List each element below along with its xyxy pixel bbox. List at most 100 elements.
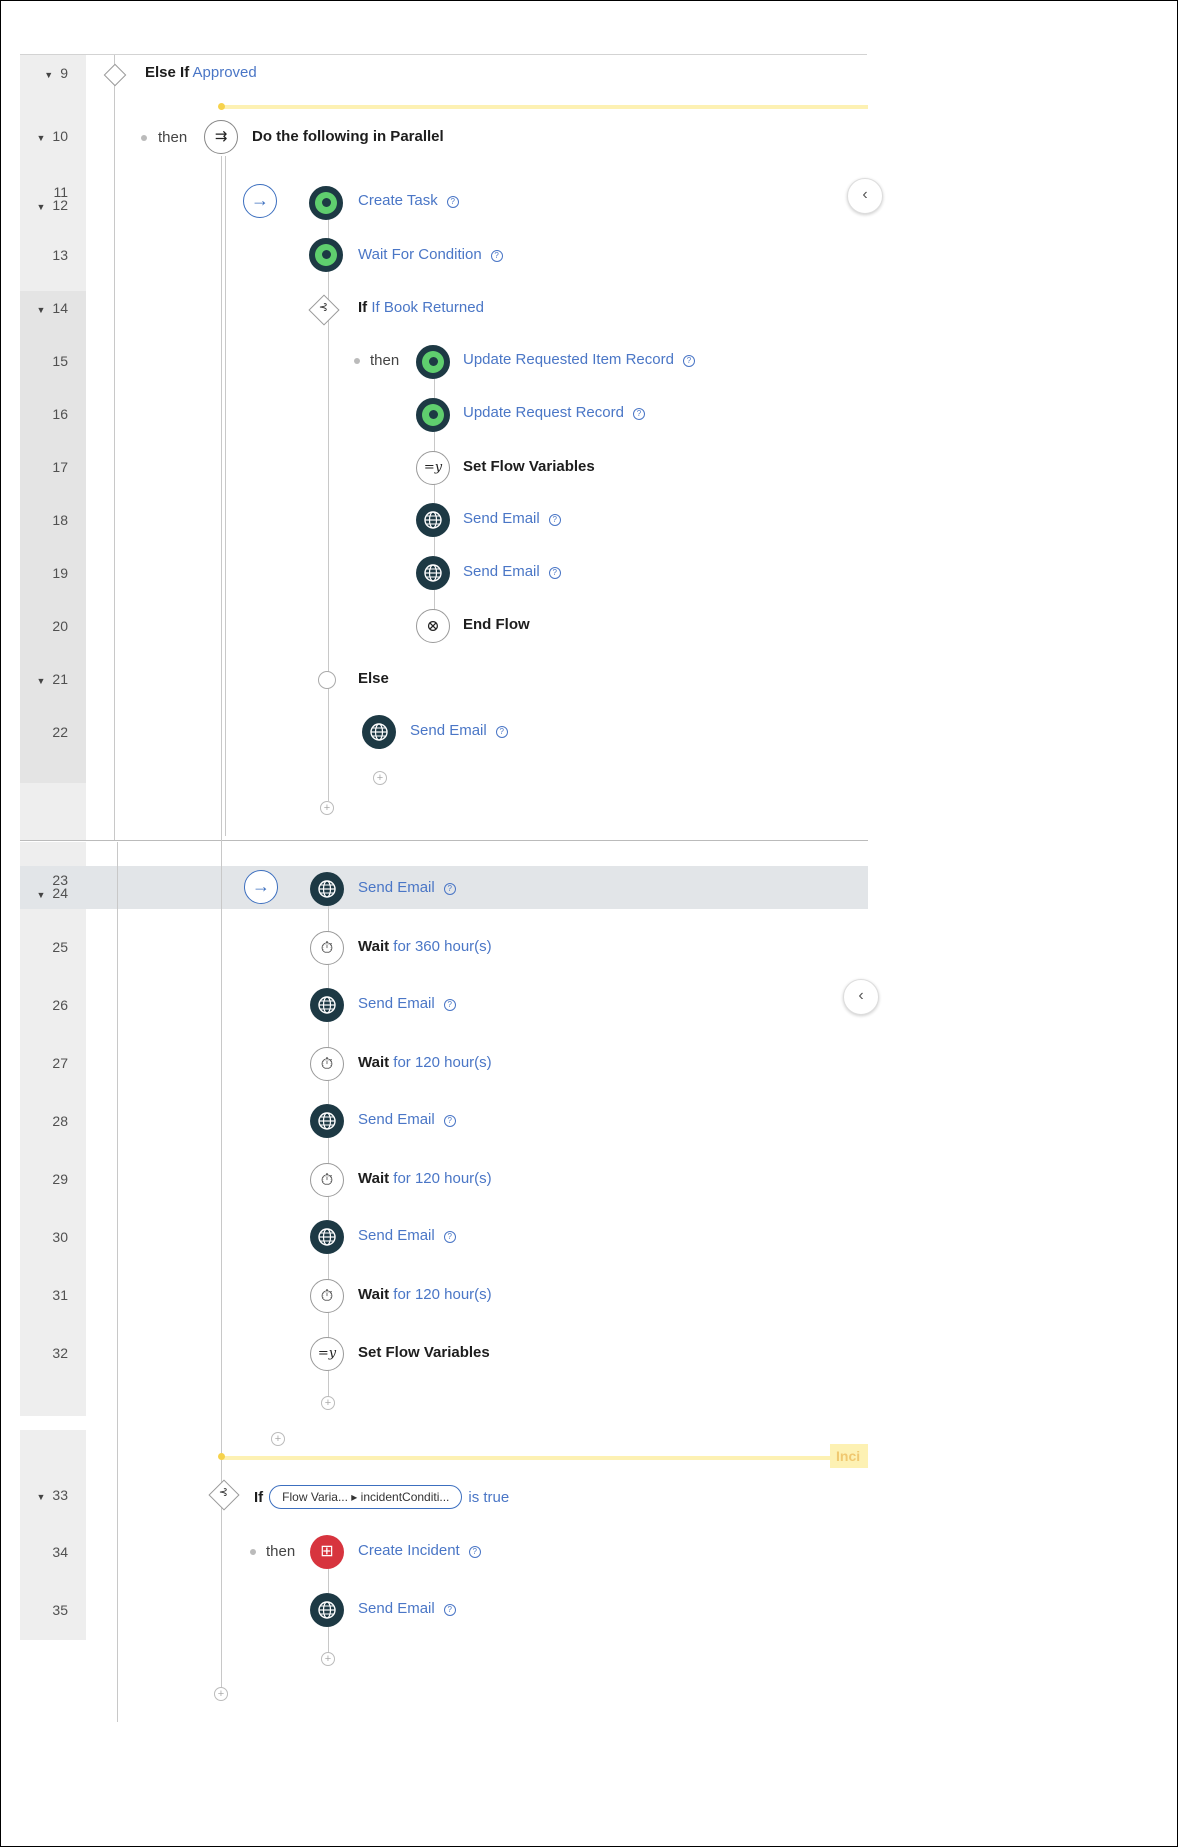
step-label[interactable]: Set Flow Variables bbox=[358, 1344, 490, 1362]
line-number: 29 bbox=[52, 1171, 68, 1187]
branch-arrow-icon[interactable]: → bbox=[244, 870, 278, 904]
timer-icon: ⏱ bbox=[310, 1047, 344, 1081]
help-icon[interactable]: ? bbox=[443, 1604, 456, 1616]
step-label[interactable]: Create Incident? bbox=[358, 1542, 481, 1560]
guide-line bbox=[117, 842, 118, 1722]
line-number: 22 bbox=[52, 724, 68, 740]
wait-label[interactable]: Wait for 120 hour(s) bbox=[358, 1170, 492, 1188]
help-icon[interactable]: ? bbox=[682, 355, 695, 367]
globe-icon bbox=[362, 715, 396, 749]
guide-line bbox=[328, 905, 329, 1405]
help-icon[interactable]: ? bbox=[468, 1546, 481, 1558]
end-icon: ⊗ bbox=[416, 609, 450, 643]
step-label[interactable]: Send Email? bbox=[463, 510, 561, 528]
line-number: 20 bbox=[52, 618, 68, 634]
help-icon[interactable]: ? bbox=[490, 250, 503, 262]
section-separator bbox=[20, 840, 868, 841]
step-label[interactable]: Send Email? bbox=[463, 563, 561, 581]
step-label[interactable]: Send Email? bbox=[358, 1111, 456, 1129]
wait-label[interactable]: Wait for 120 hour(s) bbox=[358, 1054, 492, 1072]
action-icon bbox=[416, 398, 450, 432]
line-number: ▼ 10 bbox=[36, 128, 69, 144]
line-number: 31 bbox=[52, 1287, 68, 1303]
action-icon bbox=[309, 186, 343, 220]
help-icon[interactable]: ? bbox=[443, 883, 456, 895]
globe-icon bbox=[310, 1104, 344, 1138]
condition-link[interactable]: If Book Returned bbox=[371, 299, 484, 316]
step-label[interactable]: Send Email? bbox=[358, 1227, 456, 1245]
caret-down-icon[interactable]: ▼ bbox=[37, 305, 46, 315]
globe-icon bbox=[310, 988, 344, 1022]
step-label[interactable]: Send Email? bbox=[358, 1600, 456, 1618]
globe-icon bbox=[310, 1220, 344, 1254]
add-step-icon[interactable]: + bbox=[321, 1652, 335, 1666]
condition-link[interactable]: Approved bbox=[193, 64, 257, 81]
step-label[interactable]: Send Email? bbox=[410, 722, 508, 740]
else-if-label[interactable]: Else If Approved bbox=[145, 64, 257, 82]
then-label: then bbox=[158, 129, 188, 146]
wait-label[interactable]: Wait for 360 hour(s) bbox=[358, 938, 492, 956]
step-label[interactable]: Send Email? bbox=[358, 995, 456, 1013]
line-number: 30 bbox=[52, 1229, 68, 1245]
add-step-icon[interactable]: + bbox=[214, 1687, 228, 1701]
line-number: 28 bbox=[52, 1113, 68, 1129]
add-step-icon[interactable]: + bbox=[373, 771, 387, 785]
line-number: ▼ 33 bbox=[36, 1487, 69, 1503]
help-icon[interactable]: ? bbox=[443, 1115, 456, 1127]
globe-icon bbox=[416, 556, 450, 590]
else-label[interactable]: Else bbox=[358, 670, 389, 688]
line-number: ▼ 21 bbox=[36, 671, 69, 687]
then-label: then bbox=[370, 352, 400, 369]
caret-down-icon[interactable]: ▼ bbox=[44, 70, 53, 80]
step-label[interactable]: Send Email? bbox=[358, 879, 456, 897]
caret-down-icon[interactable]: ▼ bbox=[37, 133, 46, 143]
if-label[interactable]: If If Book Returned bbox=[358, 299, 484, 317]
branch-arrow-icon[interactable]: → bbox=[243, 184, 277, 218]
step-label[interactable]: Set Flow Variables bbox=[463, 458, 595, 476]
collapse-panel-button[interactable]: ‹ bbox=[847, 178, 883, 214]
data-pill[interactable]: Flow Varia... ▸ incidentConditi... bbox=[269, 1485, 463, 1509]
help-icon[interactable]: ? bbox=[495, 726, 508, 738]
help-icon[interactable]: ? bbox=[632, 408, 645, 420]
caret-down-icon[interactable]: ▼ bbox=[37, 890, 46, 900]
help-icon[interactable]: ? bbox=[443, 999, 456, 1011]
parallel-path-bar bbox=[222, 105, 868, 109]
help-icon[interactable]: ? bbox=[548, 567, 561, 579]
line-number: 23 ▼ 24 bbox=[36, 872, 69, 901]
add-step-icon[interactable]: + bbox=[321, 1396, 335, 1410]
wait-label[interactable]: Wait for 120 hour(s) bbox=[358, 1286, 492, 1304]
help-icon[interactable]: ? bbox=[443, 1231, 456, 1243]
add-step-icon[interactable]: + bbox=[320, 801, 334, 815]
step-label[interactable]: End Flow bbox=[463, 616, 530, 634]
globe-icon bbox=[310, 872, 344, 906]
step-label[interactable]: Create Task? bbox=[358, 192, 459, 210]
globe-icon bbox=[416, 503, 450, 537]
collapse-panel-button[interactable]: ‹ bbox=[843, 979, 879, 1015]
then-dot bbox=[141, 135, 147, 141]
globe-icon bbox=[310, 1593, 344, 1627]
action-icon bbox=[309, 238, 343, 272]
help-icon[interactable]: ? bbox=[446, 196, 459, 208]
line-number: 34 bbox=[52, 1544, 68, 1560]
step-label[interactable]: Update Requested Item Record? bbox=[463, 351, 695, 369]
caret-down-icon[interactable]: ▼ bbox=[37, 676, 46, 686]
help-icon[interactable]: ? bbox=[548, 514, 561, 526]
screenshot-frame bbox=[0, 0, 1178, 1847]
caret-down-icon[interactable]: ▼ bbox=[37, 202, 46, 212]
path-dot bbox=[218, 103, 225, 110]
step-label[interactable]: Wait For Condition? bbox=[358, 246, 503, 264]
line-gutter-lower bbox=[20, 842, 86, 1416]
step-label[interactable]: Update Request Record? bbox=[463, 404, 645, 422]
if-label[interactable]: If Flow Varia... ▸ incidentConditi... is t… bbox=[254, 1485, 509, 1509]
variable-icon: =y bbox=[310, 1337, 344, 1371]
parallel-label[interactable]: Do the following in Parallel bbox=[252, 128, 444, 146]
add-step-icon[interactable]: + bbox=[271, 1432, 285, 1446]
timer-icon: ⏱ bbox=[310, 1279, 344, 1313]
line-number: 17 bbox=[52, 459, 68, 475]
line-number: ▼ 14 bbox=[36, 300, 69, 316]
timer-icon: ⏱ bbox=[310, 1163, 344, 1197]
line-number: 27 bbox=[52, 1055, 68, 1071]
incident-icon: ⊞ bbox=[310, 1535, 344, 1569]
line-number: 26 bbox=[52, 997, 68, 1013]
caret-down-icon[interactable]: ▼ bbox=[37, 1492, 46, 1502]
